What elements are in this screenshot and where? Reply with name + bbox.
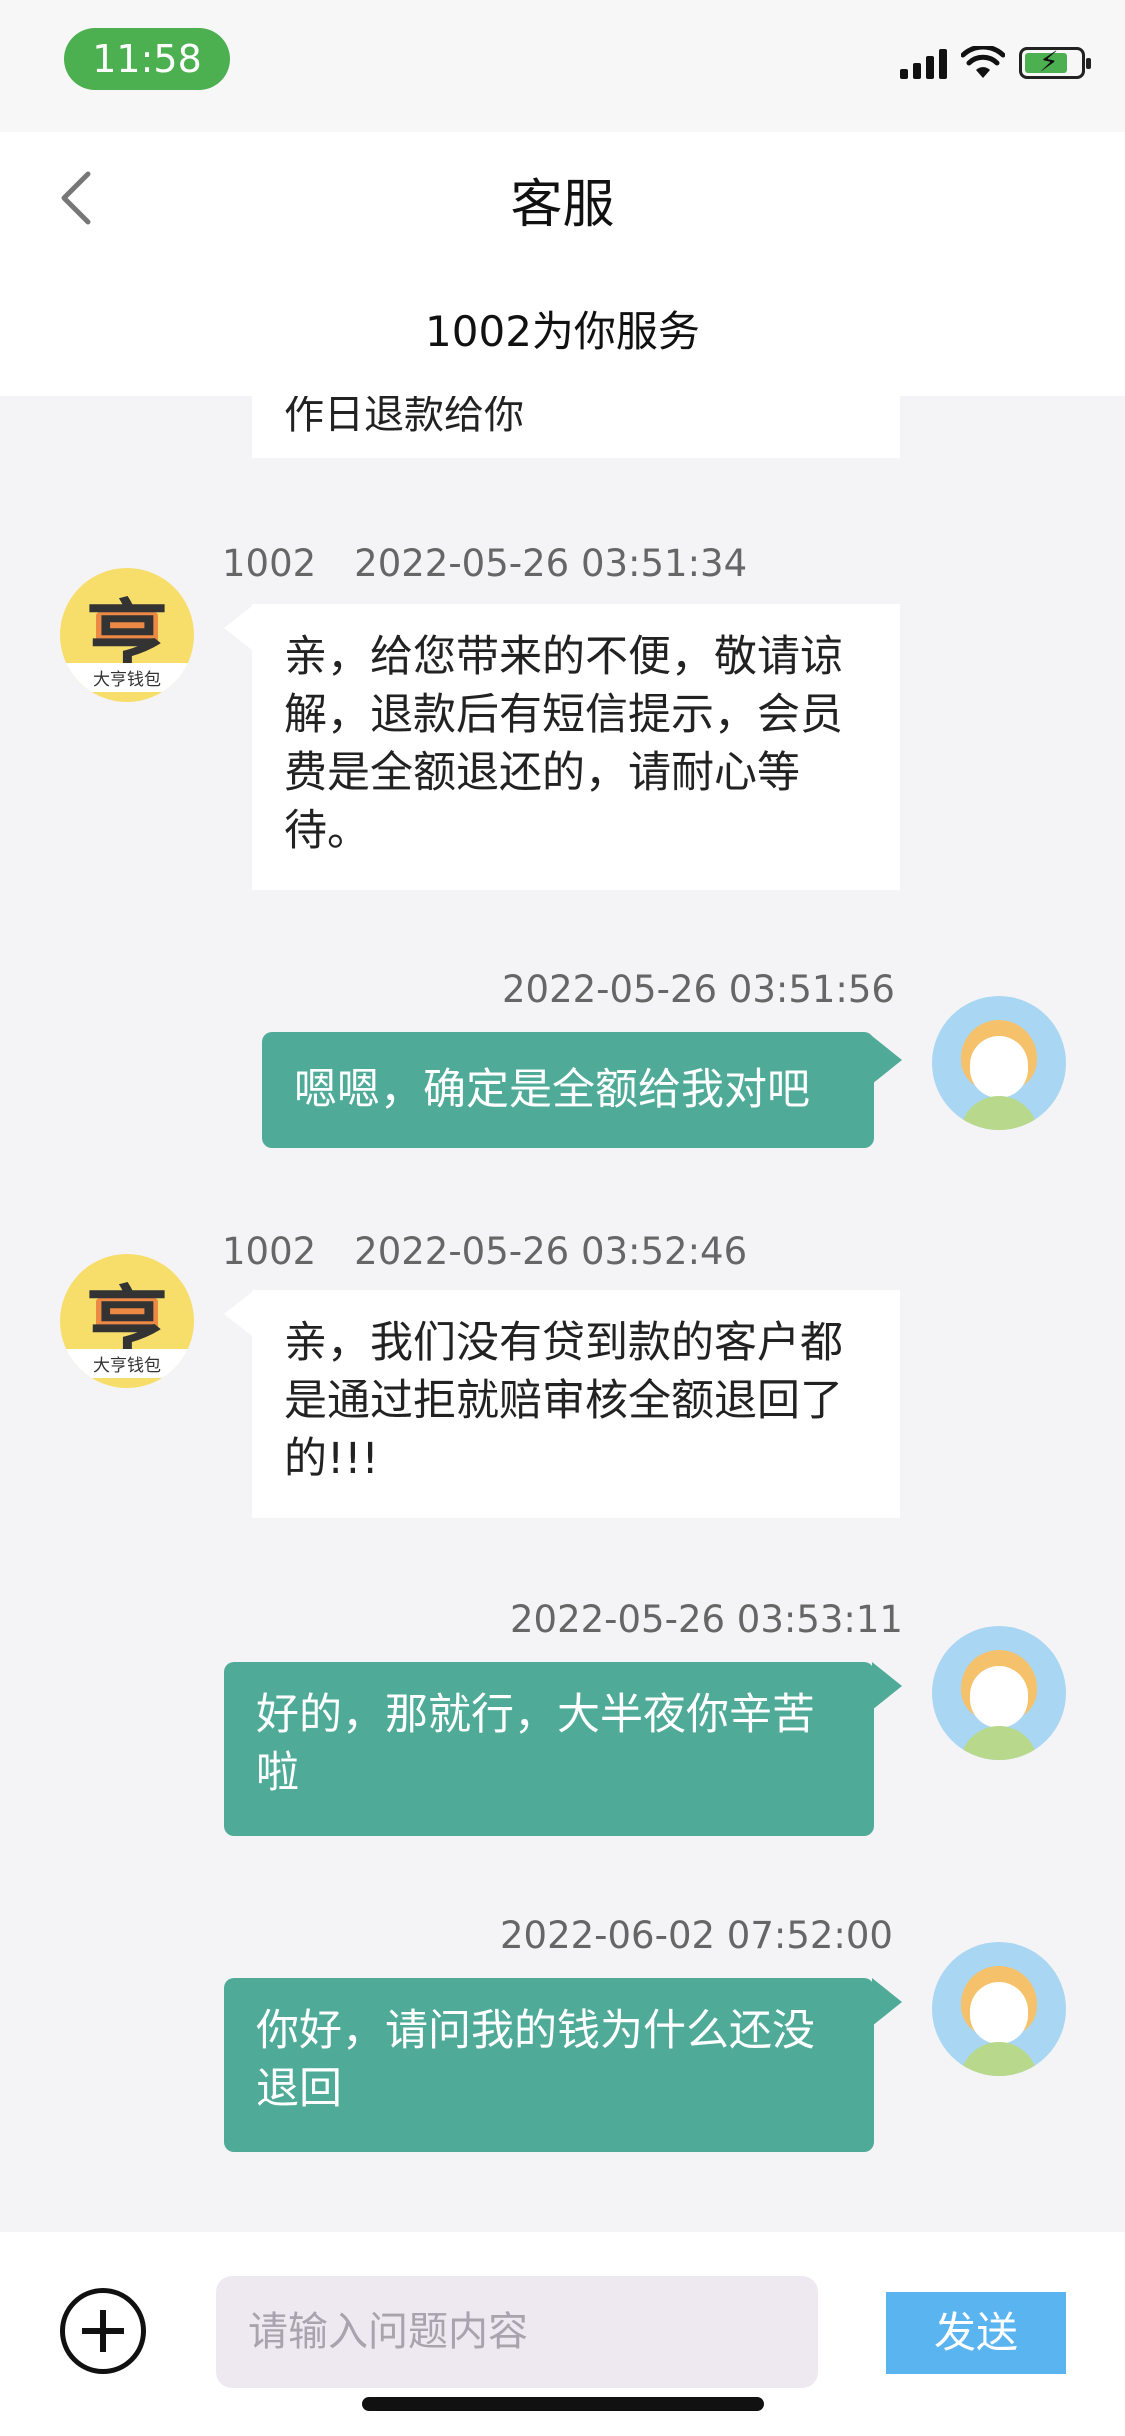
- message-text: 你好，请问我的钱为什么还没退回: [256, 2006, 815, 2114]
- agent-id: 1002: [222, 1230, 317, 1273]
- composer-bar: 发送: [0, 2232, 1125, 2436]
- agent-id: 1002: [222, 542, 317, 585]
- home-indicator[interactable]: [362, 2397, 764, 2411]
- message-bubble-incoming: 亲，我们没有贷到款的客户都是通过拒就赔审核全额退回了的!!!: [252, 1290, 900, 1518]
- message-bubble-outgoing: 你好，请问我的钱为什么还没退回: [224, 1978, 874, 2152]
- chat-messages[interactable]: 作日退款给你 亨 大亨钱包 1002 2022-05-26 03:51:34 亲，…: [0, 396, 1125, 2232]
- message-timestamp: 2022-05-26 03:53:11: [510, 1598, 903, 1641]
- user-avatar: [932, 1942, 1066, 2076]
- message-input[interactable]: [216, 2276, 818, 2388]
- message-bubble-partial: 作日退款给你: [252, 396, 900, 458]
- send-button[interactable]: 发送: [886, 2292, 1066, 2374]
- status-bar: 11:58 ⚡: [0, 0, 1125, 132]
- message-text: 嗯嗯，确定是全额给我对吧: [294, 1065, 810, 1115]
- message-text: 作日退款给你: [284, 396, 524, 438]
- message-bubble-outgoing: 嗯嗯，确定是全额给我对吧: [262, 1032, 874, 1148]
- status-time: 11:58: [64, 28, 230, 90]
- message-bubble-outgoing: 好的，那就行，大半夜你辛苦啦: [224, 1662, 874, 1836]
- agent-avatar-brand: 大亨钱包: [60, 663, 194, 692]
- status-icons: ⚡: [900, 46, 1091, 80]
- add-attachment-plus-icon[interactable]: [60, 2288, 146, 2374]
- message-timestamp: 2022-05-26 03:51:34: [354, 542, 748, 585]
- agent-avatar: 亨 大亨钱包: [60, 1254, 194, 1388]
- cellular-signal-icon: [900, 47, 947, 79]
- message-text: 亲，我们没有贷到款的客户都是通过拒就赔审核全额退回了的!!!: [284, 1318, 843, 1484]
- message-meta: 1002 2022-05-26 03:52:46: [222, 1230, 747, 1273]
- message-meta: 1002 2022-05-26 03:51:34: [222, 542, 747, 585]
- user-avatar: [932, 996, 1066, 1130]
- service-agent-subtitle: 1002为你服务: [425, 307, 700, 356]
- message-text: 好的，那就行，大半夜你辛苦啦: [256, 1690, 815, 1798]
- wifi-icon: [961, 46, 1005, 78]
- message-bubble-incoming: 亲，给您带来的不便，敬请谅解，退款后有短信提示，会员费是全额退还的，请耐心等待。: [252, 604, 900, 890]
- message-timestamp: 2022-06-02 07:52:00: [500, 1914, 893, 1957]
- message-timestamp: 2022-05-26 03:52:46: [354, 1230, 748, 1273]
- user-avatar: [932, 1626, 1066, 1760]
- message-text: 亲，给您带来的不便，敬请谅解，退款后有短信提示，会员费是全额退还的，请耐心等待。: [284, 632, 843, 856]
- page-title: 客服: [510, 175, 615, 235]
- agent-avatar: 亨 大亨钱包: [60, 568, 194, 702]
- battery-charging-icon: ⚡: [1019, 46, 1091, 79]
- message-timestamp: 2022-05-26 03:51:56: [502, 968, 895, 1011]
